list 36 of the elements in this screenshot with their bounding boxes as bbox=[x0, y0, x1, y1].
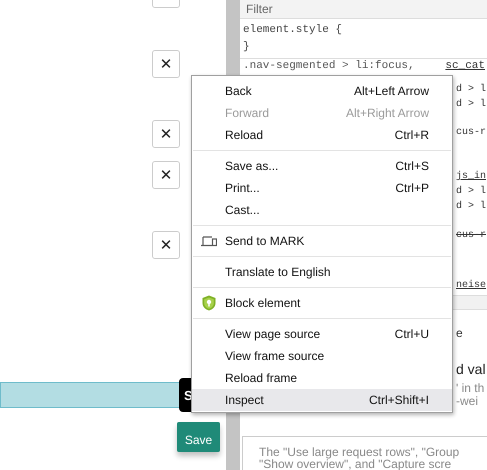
source-link[interactable]: js_in bbox=[456, 168, 486, 184]
css-selector: .nav-segmented > li:focus, bbox=[243, 60, 415, 73]
menu-item[interactable]: Translate to English bbox=[192, 261, 452, 283]
menu-item[interactable]: Save as... Ctrl+S bbox=[192, 155, 452, 177]
code-line: cus-r bbox=[456, 126, 486, 140]
menu-item[interactable]: Print... Ctrl+P bbox=[192, 177, 452, 199]
description-text: ' in th bbox=[456, 382, 484, 395]
device-icon bbox=[200, 236, 216, 246]
menu-item[interactable]: Back Alt+Left Arrow bbox=[192, 80, 452, 102]
menu-item[interactable]: Send to MARK bbox=[192, 230, 452, 252]
menu-item[interactable]: Block element bbox=[192, 292, 452, 314]
menu-item[interactable]: Reload Ctrl+R bbox=[192, 124, 452, 146]
menu-item[interactable]: View page source Ctrl+U bbox=[192, 323, 452, 345]
close-button[interactable]: ✕ bbox=[152, 120, 180, 148]
description-text: The "Use large request rows", "Group bbox=[259, 446, 460, 458]
description-text: -wei bbox=[456, 395, 478, 408]
code-line: d > l bbox=[456, 82, 486, 97]
label: e bbox=[456, 325, 463, 342]
menu-item[interactable]: Inspect Ctrl+Shift+I bbox=[192, 389, 452, 411]
code-line: element.style { bbox=[243, 22, 344, 38]
code-line: d > l bbox=[456, 200, 486, 214]
save-button[interactable]: Save bbox=[177, 422, 220, 452]
close-button[interactable]: ✕ bbox=[152, 50, 180, 78]
menu-item[interactable]: Cast... bbox=[192, 199, 452, 221]
code-line: cus-r bbox=[456, 228, 486, 243]
source-link[interactable]: sc_cat bbox=[445, 60, 485, 73]
close-button[interactable]: ✕ bbox=[152, 161, 180, 189]
shield-icon bbox=[202, 295, 216, 311]
filter-field[interactable]: Filter bbox=[240, 0, 487, 19]
source-link[interactable]: neise bbox=[456, 278, 486, 293]
code-line: d > l bbox=[456, 98, 486, 112]
code-line: } bbox=[243, 40, 251, 55]
heading: d val bbox=[456, 360, 486, 378]
close-button[interactable]: ✕ bbox=[152, 231, 180, 259]
menu-item[interactable]: View frame source bbox=[192, 345, 452, 367]
code-line: d > l bbox=[456, 184, 486, 199]
